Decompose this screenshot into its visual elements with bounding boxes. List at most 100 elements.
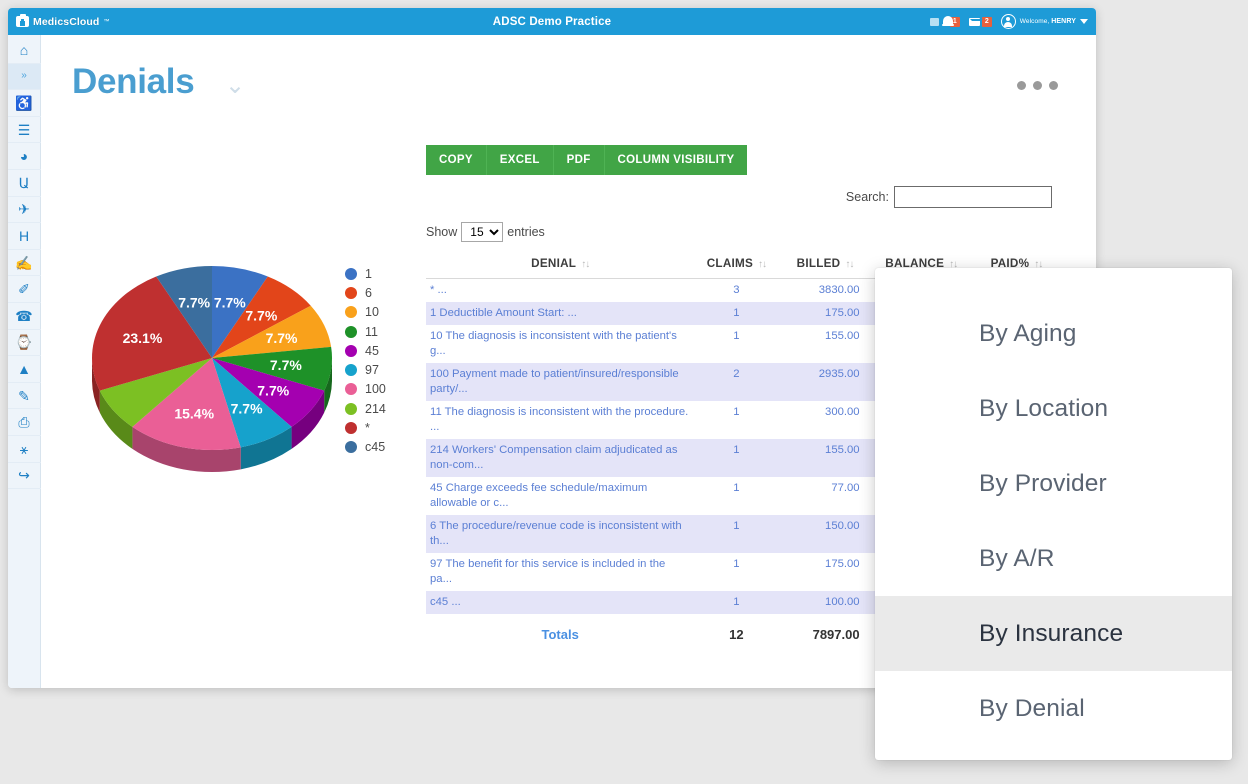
dropdown-item-by-aging[interactable]: By Aging <box>875 296 1232 371</box>
search-input[interactable] <box>894 186 1052 208</box>
column-header-claims[interactable]: CLAIMS↑↓ <box>694 253 778 279</box>
sidebar-item-claims[interactable]: ✍ <box>8 250 41 277</box>
legend-item[interactable]: c45 <box>345 438 386 457</box>
sidebar-item-hospital[interactable]: H <box>8 223 41 250</box>
pie-slice-label: 7.7% <box>257 382 289 398</box>
dropdown-item-by-denial[interactable]: By Denial <box>875 671 1232 746</box>
top-navigation-bar: MedicsCloud ™ ADSC Demo Practice 1 2 Wel… <box>8 8 1096 35</box>
syringe-icon: ✐ <box>18 282 30 296</box>
screen-root: MedicsCloud ™ ADSC Demo Practice 1 2 Wel… <box>0 0 1248 784</box>
sidebar-item-announcement[interactable]: ◕ <box>8 143 41 170</box>
avatar <box>1001 14 1016 29</box>
cell-claims: 3 <box>694 279 778 303</box>
sidebar-item-reports[interactable]: ▲ <box>8 356 41 383</box>
sidebar-item-stethoscope[interactable]: ☎ <box>8 303 41 330</box>
user-menu[interactable]: Welcome, HENRY <box>1001 14 1088 29</box>
list-icon: ☰ <box>18 123 31 137</box>
legend-label: 10 <box>365 305 379 319</box>
legend-color-swatch <box>345 306 357 318</box>
dropdown-item-by-location[interactable]: By Location <box>875 371 1232 446</box>
search-label: Search: <box>846 190 889 204</box>
legend-label: 11 <box>365 325 378 339</box>
sidebar-item-patients[interactable]: Ա <box>8 170 41 197</box>
table-length-control: Show 15 entries <box>426 222 1086 242</box>
report-type-dropdown-menu[interactable]: By Aging By Location By ProviderBy A/R By I… <box>875 268 1232 760</box>
dropdown-item-by-a-r[interactable]: By A/R <box>875 521 1232 596</box>
sidebar-item-clock[interactable]: ⌚ <box>8 330 41 357</box>
pie-slice-label: 7.7% <box>270 357 302 373</box>
sidebar-item-edit[interactable]: ✎ <box>8 383 41 410</box>
copy-button[interactable]: COPY <box>426 145 487 175</box>
sidebar-item-user-settings[interactable]: ⚹ <box>8 436 41 463</box>
totals-claims: 12 <box>694 614 778 646</box>
entries-select[interactable]: 15 <box>461 222 503 242</box>
column-header-denial[interactable]: DENIAL↑↓ <box>426 253 694 279</box>
pie-svg: 7.7%7.7%7.7%7.7%7.7%7.7%15.4%23.1%7.7% <box>77 258 347 478</box>
cell-claims: 1 <box>694 515 778 553</box>
dropdown-item-label: By Insurance <box>979 620 1123 648</box>
patients-icon: Ա <box>19 176 30 190</box>
sidebar-item-logout[interactable]: ↪ <box>8 463 41 490</box>
legend-item[interactable]: 6 <box>345 283 386 302</box>
sidebar-item-clipboard[interactable]: ⎙ <box>8 409 41 436</box>
legend-color-swatch <box>345 403 357 415</box>
legend-item[interactable]: 214 <box>345 399 386 418</box>
dropdown-item-by-insurance[interactable]: By Insurance <box>875 596 1232 671</box>
column-header-billed[interactable]: BILLED↑↓ <box>778 253 871 279</box>
legend-item[interactable]: 11 <box>345 322 386 341</box>
sidebar-item-scheduling[interactable]: ✈ <box>8 197 41 224</box>
legend-color-swatch <box>345 268 357 280</box>
cell-denial: c45 ... <box>426 591 694 614</box>
cell-billed: 155.00 <box>778 439 871 477</box>
cell-billed: 300.00 <box>778 401 871 439</box>
sidebar-item-syringe[interactable]: ✐ <box>8 276 41 303</box>
sidebar-item-home[interactable]: ⌂ <box>8 37 41 64</box>
notifications-icon[interactable]: 1 <box>948 17 960 27</box>
cell-claims: 1 <box>694 302 778 325</box>
dropdown-item-label: By Denial <box>979 695 1085 723</box>
cell-claims: 1 <box>694 325 778 363</box>
accessibility-icon: ♿ <box>15 96 32 110</box>
dot-3 <box>1049 81 1058 90</box>
legend-label: 6 <box>365 286 372 300</box>
legend-item[interactable]: 100 <box>345 380 386 399</box>
cell-billed: 155.00 <box>778 325 871 363</box>
entries-label: entries <box>507 225 545 239</box>
home-icon: ⌂ <box>20 43 28 57</box>
totals-billed: 7897.00 <box>778 614 871 646</box>
messages-icon[interactable]: 2 <box>969 17 992 27</box>
sidebar-item-list[interactable]: ☰ <box>8 117 41 144</box>
legend-item[interactable]: 10 <box>345 303 386 322</box>
sidebar-item-expand[interactable]: » <box>8 64 41 91</box>
legend-label: 1 <box>365 267 372 281</box>
dropdown-item-label: By Location <box>979 395 1108 423</box>
cell-denial: 100 Payment made to patient/insured/resp… <box>426 363 694 401</box>
table-search-row: Search: <box>426 186 1086 208</box>
logout-icon: ↪ <box>18 468 30 482</box>
more-options-button[interactable] <box>1017 81 1058 90</box>
dropdown-item-by-provider[interactable]: By Provider <box>875 446 1232 521</box>
excel-button[interactable]: EXCEL <box>487 145 554 175</box>
sidebar-item-accessibility[interactable]: ♿ <box>8 90 41 117</box>
legend-item[interactable]: * <box>345 418 386 437</box>
pie-legend: 1 6 10 11 4597100214*c45 <box>345 264 386 457</box>
legend-item[interactable]: 45 <box>345 341 386 360</box>
user-settings-icon: ⚹ <box>20 442 28 456</box>
cell-billed: 150.00 <box>778 515 871 553</box>
cell-denial: 214 Workers' Compensation claim adjudica… <box>426 439 694 477</box>
pie-slice-label: 7.7% <box>245 307 277 323</box>
legend-item[interactable]: 1 <box>345 264 386 283</box>
clipboard-icon: ⎙ <box>18 415 29 429</box>
sort-icon: ↑↓ <box>581 259 589 270</box>
legend-item[interactable]: 97 <box>345 360 386 379</box>
cell-billed: 175.00 <box>778 553 871 591</box>
pdf-button[interactable]: PDF <box>554 145 605 175</box>
pie-slice-label: 7.7% <box>214 295 246 311</box>
cell-billed: 77.00 <box>778 477 871 515</box>
column-visibility-button[interactable]: COLUMN VISIBILITY <box>605 145 748 175</box>
cell-claims: 1 <box>694 401 778 439</box>
welcome-text: Welcome, HENRY <box>1020 18 1076 25</box>
grid-icon[interactable] <box>930 18 939 26</box>
title-chevron-down-icon[interactable]: ⌄ <box>222 76 248 96</box>
cell-denial: 45 Charge exceeds fee schedule/maximum a… <box>426 477 694 515</box>
